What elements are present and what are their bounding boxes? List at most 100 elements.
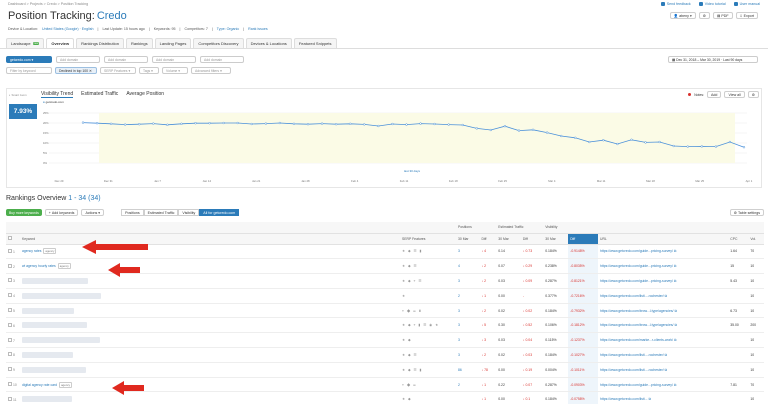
- data-point[interactable]: [475, 127, 478, 130]
- data-point[interactable]: [517, 129, 521, 132]
- breadcrumb-item[interactable]: Credo: [47, 2, 57, 6]
- table-settings-button[interactable]: ⚙ Table settings: [729, 209, 764, 216]
- data-point[interactable]: [320, 122, 324, 125]
- data-point[interactable]: [560, 134, 563, 138]
- vol-header[interactable]: Vol.: [748, 233, 764, 245]
- external-link-icon[interactable]: ⧉: [674, 309, 676, 313]
- competitor-domain-input-2[interactable]: Add domain: [104, 56, 148, 63]
- vis-diff-header[interactable]: Diff: [568, 233, 598, 245]
- external-link-icon[interactable]: ⧉: [674, 323, 676, 327]
- keyword-tag[interactable]: agency: [43, 248, 57, 255]
- table-row[interactable]: 6 ★ ◆ ⌖ ▮ ☰ ◉ ★ 3 ↓ 5 0.30 ↓ 0.52 0.106%…: [6, 317, 764, 334]
- data-point[interactable]: [95, 122, 99, 125]
- add-keywords-button[interactable]: + Add keywords: [44, 209, 79, 216]
- table-row[interactable]: 4 ★ 2 ↓ 1 0.00 - 0.377% -0.7216% https:/…: [6, 288, 764, 304]
- device-location-select[interactable]: United States (Google) · English: [42, 27, 94, 31]
- keyword-tag[interactable]: agency: [57, 263, 71, 270]
- tags-select[interactable]: Tags ▾: [139, 67, 159, 74]
- data-point[interactable]: [377, 124, 380, 128]
- view-positions-button[interactable]: Positions: [121, 209, 144, 216]
- url-link[interactable]: https://www.getcredo.com/listi...-roches…: [600, 294, 664, 298]
- export-button[interactable]: ⇩ Export: [735, 12, 758, 19]
- data-point[interactable]: [124, 123, 127, 126]
- table-row[interactable]: 9 ★ ◆ ☰ ▮ 86 ↓ 78 0.00 ↓ 0.19 0.004% -0.…: [6, 362, 764, 378]
- traffic-header[interactable]: Estimated Traffic: [496, 222, 544, 234]
- pdf-button[interactable]: ▤ PDF: [713, 12, 733, 19]
- url-link[interactable]: https://www.getcredo.com/brow...l-type/a…: [600, 309, 674, 313]
- row-checkbox[interactable]: [8, 248, 12, 253]
- row-checkbox[interactable]: [8, 337, 12, 342]
- visibility-header[interactable]: Visibility: [543, 222, 598, 234]
- view-all-button[interactable]: All for getcredo.com: [199, 209, 240, 216]
- row-checkbox[interactable]: [8, 293, 12, 298]
- url-link[interactable]: https://www.getcredo.com/marke...r-clien…: [600, 338, 673, 342]
- row-checkbox[interactable]: [8, 278, 12, 283]
- data-point[interactable]: [138, 123, 141, 126]
- user-manual-link[interactable]: User manual: [733, 2, 760, 6]
- tab-rankings[interactable]: Rankings: [125, 38, 153, 48]
- keyword-filter-input[interactable]: Filter by keyword: [6, 67, 52, 74]
- row-checkbox[interactable]: [8, 367, 12, 372]
- data-point[interactable]: [574, 136, 577, 139]
- serp-features-select[interactable]: SERP Features ▾: [100, 67, 136, 74]
- date-range-picker[interactable]: ▦ Dec 31, 2018 – Mar 30, 2019 · Last 90 …: [668, 56, 758, 63]
- row-checkbox[interactable]: [8, 396, 12, 401]
- domain-select[interactable]: getcredo.com ▾: [6, 56, 52, 63]
- pos-diff-header[interactable]: Diff: [479, 233, 497, 245]
- external-link-icon[interactable]: ⧉: [665, 353, 667, 357]
- data-point[interactable]: [700, 145, 703, 148]
- advanced-filters-select[interactable]: Advanced filters ▾: [191, 67, 231, 74]
- table-row[interactable]: 7 ★ ◆ 3 ↓ 3 0.03 ↓ 0.04 0.115% -0.1237% …: [6, 332, 764, 349]
- url-link[interactable]: https://www.getcredo.com/listi...: [600, 397, 648, 401]
- row-checkbox[interactable]: [8, 308, 12, 313]
- video-tutorial-link[interactable]: Video tutorial: [698, 2, 726, 6]
- data-point[interactable]: [306, 123, 310, 126]
- select-all-checkbox[interactable]: [8, 236, 12, 240]
- data-point[interactable]: [672, 144, 675, 148]
- settings-button[interactable]: ⚙: [698, 12, 710, 19]
- external-link-icon[interactable]: ⧉: [674, 338, 676, 342]
- external-link-icon[interactable]: ⧉: [674, 249, 676, 253]
- data-point[interactable]: [166, 123, 169, 126]
- send-feedback-link[interactable]: Send feedback: [660, 2, 691, 6]
- tab-competitors-discovery[interactable]: Competitors Discovery: [193, 38, 244, 48]
- url-link[interactable]: https://www.getcredo.com/guide...pricing…: [600, 264, 673, 268]
- project-name[interactable]: Credo: [97, 10, 127, 22]
- data-point[interactable]: [742, 146, 746, 149]
- data-point[interactable]: [152, 122, 155, 125]
- traffic-date-header[interactable]: 30 Mar: [496, 233, 521, 245]
- data-point[interactable]: [602, 139, 605, 142]
- keyword-link[interactable]: digital agency rate card: [22, 383, 57, 387]
- row-checkbox[interactable]: [8, 352, 12, 357]
- tab-featured-snippets[interactable]: Featured Snippets: [293, 38, 337, 48]
- external-link-icon[interactable]: ⧉: [674, 264, 676, 268]
- data-point[interactable]: [447, 123, 450, 126]
- data-point[interactable]: [531, 128, 535, 131]
- data-point[interactable]: [264, 122, 267, 125]
- tab-overview[interactable]: Overview: [46, 38, 75, 48]
- competitor-domain-input-3[interactable]: Add domain: [152, 56, 196, 63]
- keyword-link[interactable]: wi agency hourly rates: [22, 264, 56, 268]
- url-link[interactable]: https://www.getcredo.com/guide...pricing…: [600, 279, 673, 283]
- competitor-domain-input-4[interactable]: Add domain: [200, 56, 244, 63]
- external-link-icon[interactable]: ⧉: [674, 279, 676, 283]
- url-link[interactable]: https://www.getcredo.com/guide...pricing…: [600, 249, 673, 253]
- view-traffic-button[interactable]: Estimated Traffic: [143, 209, 179, 216]
- data-point[interactable]: [180, 122, 183, 125]
- visibility-line-chart[interactable]: ● getcredo.com 25% 20% 15% 10% 5% 0% Dec 29 De…: [7, 89, 763, 189]
- data-point[interactable]: [81, 121, 85, 124]
- data-point[interactable]: [630, 138, 633, 141]
- tab-landing-pages[interactable]: Landing Pages: [154, 38, 192, 48]
- actions-dropdown[interactable]: Actions ▾: [81, 209, 105, 216]
- external-link-icon[interactable]: ⧉: [648, 397, 650, 401]
- url-link[interactable]: https://www.getcredo.com/listi...-roches…: [600, 353, 664, 357]
- competitor-domain-input-1[interactable]: Add domain: [56, 56, 100, 63]
- data-point[interactable]: [658, 140, 661, 144]
- breadcrumb-item[interactable]: Dashboard: [8, 2, 26, 6]
- data-point[interactable]: [208, 122, 211, 125]
- url-link[interactable]: https://www.getcredo.com/listi...-roches…: [600, 368, 664, 372]
- data-point[interactable]: [503, 125, 507, 128]
- breadcrumb-item[interactable]: Projects: [30, 2, 43, 6]
- keyword-header[interactable]: Keyword: [20, 233, 400, 245]
- data-point[interactable]: [545, 131, 549, 134]
